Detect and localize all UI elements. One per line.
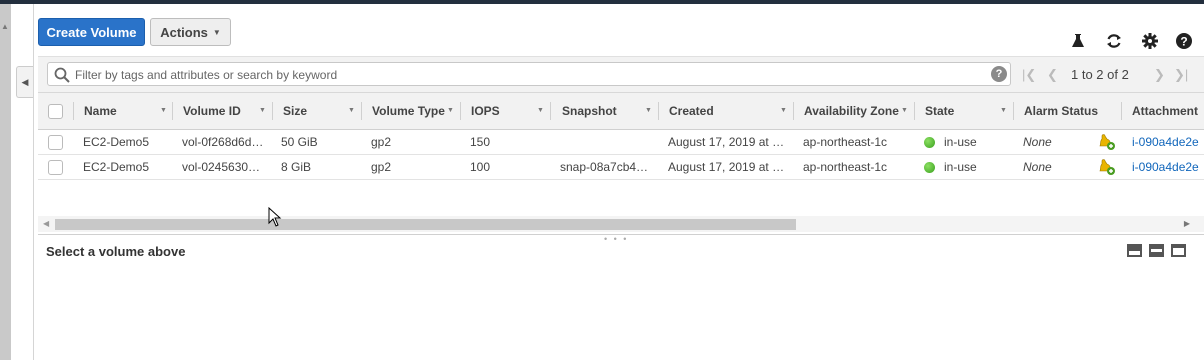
- select-all-checkbox[interactable]: [48, 93, 63, 129]
- gear-icon[interactable]: [1140, 32, 1160, 50]
- column-header-attachment[interactable]: Attachment: [1132, 93, 1198, 129]
- sort-icon[interactable]: ▼: [645, 107, 652, 114]
- resize-grip-icon[interactable]: • • •: [604, 234, 628, 244]
- sort-desc-icon[interactable]: ▼: [780, 107, 787, 114]
- row-checkbox[interactable]: [48, 130, 63, 154]
- refresh-icon[interactable]: [1104, 32, 1124, 50]
- state-label: in-use: [944, 135, 977, 149]
- column-header-state[interactable]: State: [925, 93, 954, 129]
- row-checkbox[interactable]: [48, 155, 63, 179]
- status-indicator: [924, 161, 935, 173]
- column-header-created[interactable]: Created: [669, 93, 714, 129]
- search-placeholder: Filter by tags and attributes or search …: [75, 68, 338, 82]
- left-panel-divider: [33, 4, 34, 360]
- cell-created: August 17, 2019 at …: [668, 135, 785, 149]
- flask-icon[interactable]: [1068, 32, 1088, 50]
- filter-bar: Filter by tags and attributes or search …: [38, 56, 1204, 93]
- scroll-up-icon[interactable]: ▲: [1, 22, 9, 31]
- column-header-availability-zone[interactable]: Availability Zone: [804, 93, 899, 129]
- cell-availability-zone: ap-northeast-1c: [803, 135, 888, 149]
- cell-snapshot: [560, 130, 656, 154]
- status-indicator: [924, 136, 935, 148]
- cell-state: in-use: [924, 130, 1012, 154]
- cell-volume-type: gp2: [371, 135, 392, 149]
- cell-iops: 100: [470, 160, 491, 174]
- column-header-alarm-status[interactable]: Alarm Status: [1024, 93, 1098, 129]
- cell-volume-type: gp2: [371, 160, 392, 174]
- table-row[interactable]: EC2-Demo5 vol-0245630… 8 GiB gp2 100 sna…: [38, 155, 1204, 180]
- help-icon[interactable]: ?: [1174, 32, 1194, 50]
- sort-icon[interactable]: ▼: [1000, 107, 1007, 114]
- create-volume-button[interactable]: Create Volume: [38, 18, 145, 46]
- column-header-volume-type[interactable]: Volume Type: [372, 93, 445, 129]
- scroll-right-icon[interactable]: ▶: [1184, 219, 1190, 228]
- mouse-cursor-icon: [268, 206, 282, 230]
- cell-created: August 17, 2019 at …: [668, 160, 785, 174]
- cell-size: 50 GiB: [281, 135, 318, 149]
- details-placeholder: Select a volume above: [46, 244, 186, 259]
- sort-icon[interactable]: ▼: [160, 107, 167, 114]
- table-header: Name ▼ Volume ID ▼ Size ▼ Volume Type ▼ …: [38, 92, 1204, 130]
- cell-size: 8 GiB: [281, 160, 312, 174]
- cell-iops: 150: [470, 135, 491, 149]
- pagination-label: 1 to 2 of 2: [1071, 67, 1129, 82]
- sort-icon[interactable]: ▼: [537, 107, 544, 114]
- cell-volume-id: vol-0f268d6d…: [182, 135, 264, 149]
- layout-top-icon[interactable]: [1171, 244, 1186, 257]
- actions-button[interactable]: Actions ▼: [150, 18, 231, 46]
- scrollbar-thumb[interactable]: [55, 219, 796, 230]
- column-header-snapshot[interactable]: Snapshot: [562, 93, 617, 129]
- search-icon: [54, 67, 70, 86]
- table-row[interactable]: EC2-Demo5 vol-0f268d6d… 50 GiB gp2 150 A…: [38, 130, 1204, 155]
- next-page-icon[interactable]: ❯: [1154, 67, 1165, 83]
- layout-split-icon[interactable]: [1149, 244, 1164, 257]
- left-scrollbar[interactable]: ▲: [0, 4, 11, 360]
- search-input[interactable]: Filter by tags and attributes or search …: [47, 62, 1011, 86]
- column-header-name[interactable]: Name: [84, 93, 117, 129]
- collapse-sidebar-button[interactable]: ◀: [16, 66, 33, 98]
- sort-icon[interactable]: ▼: [447, 107, 454, 114]
- top-nav-bar: [0, 0, 1204, 4]
- cell-name: EC2-Demo5: [83, 160, 150, 174]
- last-page-icon[interactable]: ❯|: [1174, 67, 1188, 83]
- create-alarm-icon[interactable]: [1098, 130, 1118, 154]
- sort-icon[interactable]: ▼: [901, 107, 908, 114]
- layout-bottom-icon[interactable]: [1127, 244, 1142, 257]
- cell-name: EC2-Demo5: [83, 135, 150, 149]
- create-alarm-icon[interactable]: [1098, 155, 1118, 179]
- sort-icon[interactable]: ▼: [259, 107, 266, 114]
- pane-layout-controls: [1127, 244, 1187, 260]
- svg-text:?: ?: [1180, 35, 1187, 49]
- cell-state: in-use: [924, 155, 1012, 179]
- attachment-link[interactable]: i-090a4de2e: [1132, 130, 1204, 154]
- cell-availability-zone: ap-northeast-1c: [803, 160, 888, 174]
- prev-page-icon[interactable]: ❮: [1047, 67, 1058, 83]
- cell-alarm-status: None: [1023, 160, 1052, 174]
- first-page-icon[interactable]: |❮: [1022, 67, 1036, 83]
- column-header-size[interactable]: Size: [283, 93, 307, 129]
- cell-snapshot: snap-08a7cb4…: [560, 160, 649, 174]
- horizontal-scrollbar[interactable]: ◀ ▶: [38, 216, 1204, 232]
- column-header-iops[interactable]: IOPS: [471, 93, 500, 129]
- search-help-icon[interactable]: ?: [991, 66, 1007, 82]
- cell-alarm-status: None: [1023, 135, 1052, 149]
- chevron-down-icon: ▼: [212, 27, 221, 37]
- sort-icon[interactable]: ▼: [348, 107, 355, 114]
- attachment-link[interactable]: i-090a4de2e: [1132, 155, 1204, 179]
- scroll-left-icon[interactable]: ◀: [43, 219, 49, 228]
- cell-volume-id: vol-0245630…: [182, 160, 261, 174]
- column-header-volume-id[interactable]: Volume ID: [183, 93, 241, 129]
- chevron-left-icon: ◀: [21, 76, 29, 87]
- toolbar-icons: ?: [1066, 32, 1204, 52]
- state-label: in-use: [944, 160, 977, 174]
- pagination: |❮ ❮ 1 to 2 of 2 ❯ ❯|: [1022, 67, 1202, 83]
- actions-label: Actions: [160, 24, 208, 40]
